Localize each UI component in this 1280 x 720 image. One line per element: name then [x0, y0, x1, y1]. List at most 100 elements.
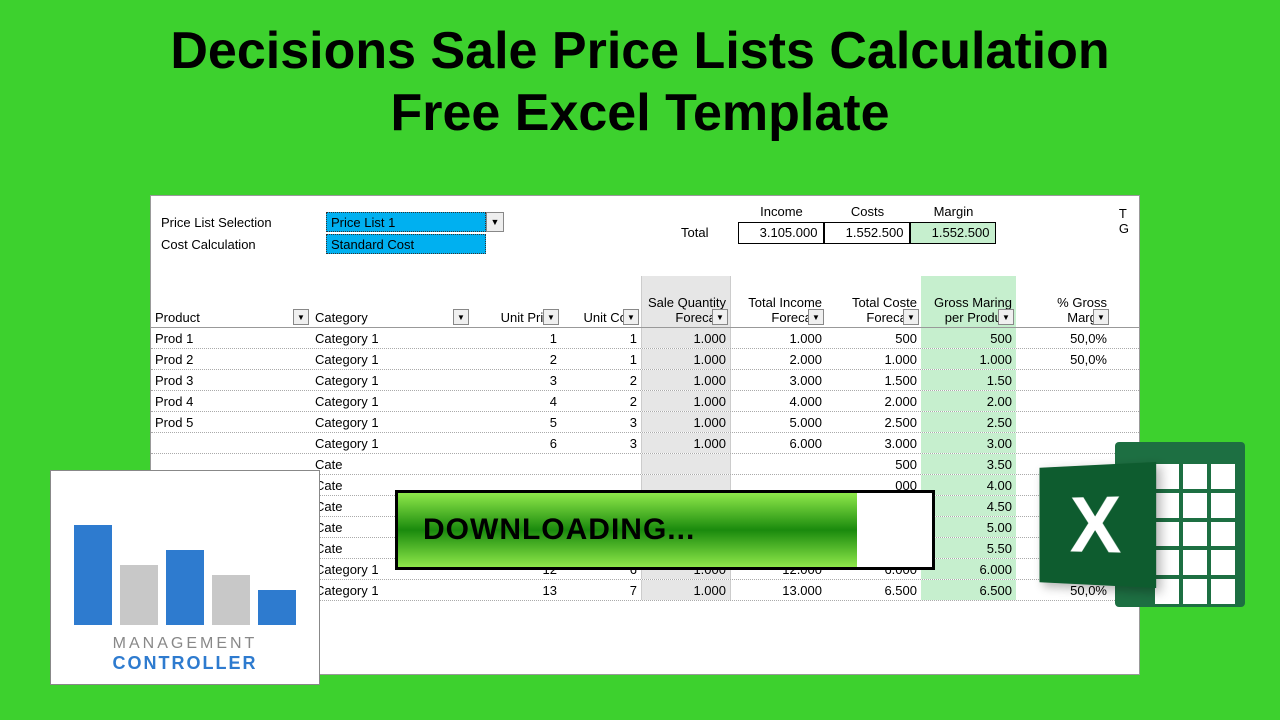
col-sale-qty: Sale Quantity Forecast▼	[641, 276, 731, 327]
cell-unit-cost[interactable]: 1	[561, 349, 641, 369]
costs-value: 1.552.500	[824, 222, 910, 244]
cell-product[interactable]: Prod 3	[151, 370, 311, 390]
cell-income[interactable]: 6.000	[731, 433, 826, 453]
cell-gross-margin[interactable]: 2.50	[921, 412, 1016, 432]
cell-income[interactable]: 5.000	[731, 412, 826, 432]
price-list-dropdown-icon[interactable]: ▼	[486, 212, 504, 232]
cell-gross-margin[interactable]: 3.00	[921, 433, 1016, 453]
cell-income[interactable]: 13.000	[731, 580, 826, 600]
cell-pct-margin[interactable]: 50,0%	[1016, 349, 1111, 369]
cell-unit-price[interactable]: 2	[471, 349, 561, 369]
cell-qty[interactable]: 1.000	[641, 370, 731, 390]
cell-gross-margin[interactable]: 5.50	[921, 538, 1016, 558]
income-head: Income	[738, 204, 824, 222]
cell-gross-margin[interactable]: 4.50	[921, 496, 1016, 516]
cell-category[interactable]: Category 1	[311, 370, 471, 390]
filter-icon[interactable]: ▼	[1093, 309, 1109, 325]
cell-unit-price[interactable]: 5	[471, 412, 561, 432]
filter-icon[interactable]: ▼	[543, 309, 559, 325]
filter-icon[interactable]: ▼	[998, 309, 1014, 325]
cell-unit-cost[interactable]: 3	[561, 412, 641, 432]
cell-qty[interactable]: 1.000	[641, 433, 731, 453]
table-row[interactable]: Category 1631.0006.0003.0003.00	[151, 433, 1139, 454]
cell-qty[interactable]	[641, 454, 731, 474]
cell-income[interactable]: 2.000	[731, 349, 826, 369]
cell-cost[interactable]: 6.500	[826, 580, 921, 600]
cell-category[interactable]: Category 1	[311, 412, 471, 432]
cell-product[interactable]	[151, 433, 311, 453]
excel-icon: X	[1035, 430, 1245, 620]
cell-unit-cost[interactable]: 2	[561, 370, 641, 390]
cell-unit-price[interactable]: 13	[471, 580, 561, 600]
cell-category[interactable]: Category 1	[311, 349, 471, 369]
cell-qty[interactable]: 1.000	[641, 580, 731, 600]
cell-category[interactable]: Category 1	[311, 328, 471, 348]
cell-product[interactable]: Prod 2	[151, 349, 311, 369]
cell-unit-price[interactable]: 6	[471, 433, 561, 453]
cell-cost[interactable]: 2.000	[826, 391, 921, 411]
price-list-label: Price List Selection	[161, 215, 326, 230]
cell-income[interactable]: 1.000	[731, 328, 826, 348]
cell-qty[interactable]: 1.000	[641, 391, 731, 411]
cell-unit-price[interactable]: 4	[471, 391, 561, 411]
cell-cost[interactable]: 500	[826, 328, 921, 348]
cost-calc-select[interactable]: Standard Cost	[326, 234, 486, 254]
cell-cost[interactable]: 1.000	[826, 349, 921, 369]
cell-gross-margin[interactable]: 500	[921, 328, 1016, 348]
logo-text-1: MANAGEMENT	[113, 635, 258, 653]
table-row[interactable]: Prod 2Category 1211.0002.0001.0001.00050…	[151, 349, 1139, 370]
cell-gross-margin[interactable]: 6.000	[921, 559, 1016, 579]
cell-cost[interactable]: 3.000	[826, 433, 921, 453]
cell-unit-price[interactable]	[471, 454, 561, 474]
cell-category[interactable]: Cate	[311, 454, 471, 474]
filter-icon[interactable]: ▼	[903, 309, 919, 325]
cell-gross-margin[interactable]: 4.00	[921, 475, 1016, 495]
col-category: Category▼	[311, 276, 471, 327]
cell-income[interactable]: 4.000	[731, 391, 826, 411]
cell-gross-margin[interactable]: 6.500	[921, 580, 1016, 600]
page-title: Decisions Sale Price Lists Calculation F…	[0, 0, 1280, 145]
cell-gross-margin[interactable]: 3.50	[921, 454, 1016, 474]
cell-income[interactable]	[731, 454, 826, 474]
cell-qty[interactable]: 1.000	[641, 412, 731, 432]
filter-icon[interactable]: ▼	[453, 309, 469, 325]
price-list-select[interactable]: Price List 1	[326, 212, 486, 232]
cell-unit-cost[interactable]	[561, 454, 641, 474]
cell-cost[interactable]: 2.500	[826, 412, 921, 432]
cell-category[interactable]: Category 1	[311, 433, 471, 453]
logo-text-2: CONTROLLER	[113, 653, 258, 674]
cell-unit-cost[interactable]: 1	[561, 328, 641, 348]
cell-product[interactable]: Prod 4	[151, 391, 311, 411]
header-row: Product▼ Category▼ Unit Price▼ Unit Cost…	[151, 276, 1139, 328]
cell-income[interactable]: 3.000	[731, 370, 826, 390]
cell-pct-margin[interactable]: 50,0%	[1016, 328, 1111, 348]
cell-gross-margin[interactable]: 5.00	[921, 517, 1016, 537]
cell-unit-cost[interactable]: 7	[561, 580, 641, 600]
cell-unit-cost[interactable]: 2	[561, 391, 641, 411]
cell-category[interactable]: Category 1	[311, 391, 471, 411]
filter-icon[interactable]: ▼	[293, 309, 309, 325]
cell-product[interactable]: Prod 1	[151, 328, 311, 348]
cell-cost[interactable]: 500	[826, 454, 921, 474]
cell-pct-margin[interactable]	[1016, 412, 1111, 432]
table-row[interactable]: Prod 4Category 1421.0004.0002.0002.00	[151, 391, 1139, 412]
filter-icon[interactable]: ▼	[712, 309, 728, 325]
cell-unit-cost[interactable]: 3	[561, 433, 641, 453]
cell-qty[interactable]: 1.000	[641, 349, 731, 369]
cell-pct-margin[interactable]	[1016, 391, 1111, 411]
cell-qty[interactable]: 1.000	[641, 328, 731, 348]
cell-gross-margin[interactable]: 2.00	[921, 391, 1016, 411]
table-row[interactable]: Prod 5Category 1531.0005.0002.5002.50	[151, 412, 1139, 433]
cell-category[interactable]: Category 1	[311, 580, 471, 600]
cell-unit-price[interactable]: 1	[471, 328, 561, 348]
cell-pct-margin[interactable]	[1016, 370, 1111, 390]
cell-unit-price[interactable]: 3	[471, 370, 561, 390]
cell-gross-margin[interactable]: 1.50	[921, 370, 1016, 390]
filter-icon[interactable]: ▼	[623, 309, 639, 325]
cell-gross-margin[interactable]: 1.000	[921, 349, 1016, 369]
filter-icon[interactable]: ▼	[808, 309, 824, 325]
cell-cost[interactable]: 1.500	[826, 370, 921, 390]
table-row[interactable]: Prod 1Category 1111.0001.00050050050,0%	[151, 328, 1139, 349]
cell-product[interactable]: Prod 5	[151, 412, 311, 432]
table-row[interactable]: Prod 3Category 1321.0003.0001.5001.50	[151, 370, 1139, 391]
